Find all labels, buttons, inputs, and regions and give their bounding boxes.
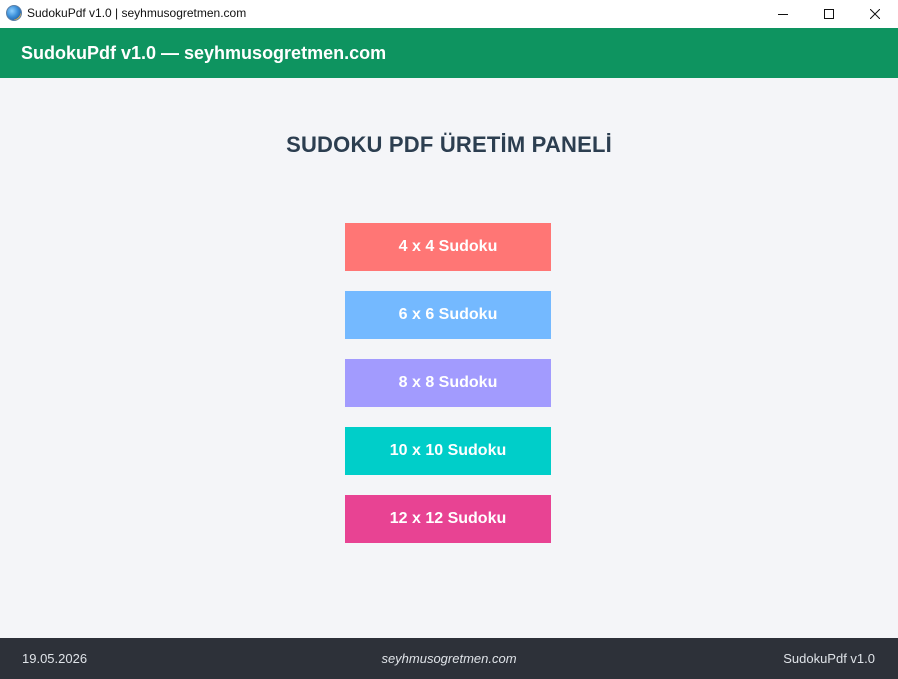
minimize-icon bbox=[778, 14, 788, 15]
maximize-button[interactable] bbox=[806, 0, 852, 28]
header-title: SudokuPdf v1.0 — seyhmusogretmen.com bbox=[21, 43, 387, 63]
sudoku-12x12-button[interactable]: 12 x 12 Sudoku bbox=[345, 495, 551, 543]
main-panel: SUDOKU PDF ÜRETİM PANELİ 4 x 4 Sudoku 6 … bbox=[0, 78, 898, 638]
maximize-icon bbox=[824, 9, 834, 19]
close-icon bbox=[870, 9, 880, 19]
close-button[interactable] bbox=[852, 0, 898, 28]
globe-icon bbox=[6, 5, 22, 21]
sudoku-4x4-button[interactable]: 4 x 4 Sudoku bbox=[345, 223, 551, 271]
page-title: SUDOKU PDF ÜRETİM PANELİ bbox=[286, 132, 612, 157]
status-footer: 19.05.2026 seyhmusogretmen.com SudokuPdf… bbox=[0, 638, 898, 679]
app-header: SudokuPdf v1.0 — seyhmusogretmen.com bbox=[0, 28, 898, 78]
window-title: SudokuPdf v1.0 | seyhmusogretmen.com bbox=[27, 6, 247, 20]
app-window: SudokuPdf v1.0 | seyhmusogretmen.com Sud… bbox=[0, 0, 898, 679]
sudoku-10x10-button[interactable]: 10 x 10 Sudoku bbox=[345, 427, 551, 475]
footer-site: seyhmusogretmen.com bbox=[381, 651, 517, 666]
sudoku-8x8-button[interactable]: 8 x 8 Sudoku bbox=[345, 359, 551, 407]
title-bar[interactable]: SudokuPdf v1.0 | seyhmusogretmen.com bbox=[0, 0, 898, 28]
sudoku-6x6-button[interactable]: 6 x 6 Sudoku bbox=[345, 291, 551, 339]
footer-version: SudokuPdf v1.0 bbox=[783, 651, 875, 666]
minimize-button[interactable] bbox=[760, 0, 806, 28]
